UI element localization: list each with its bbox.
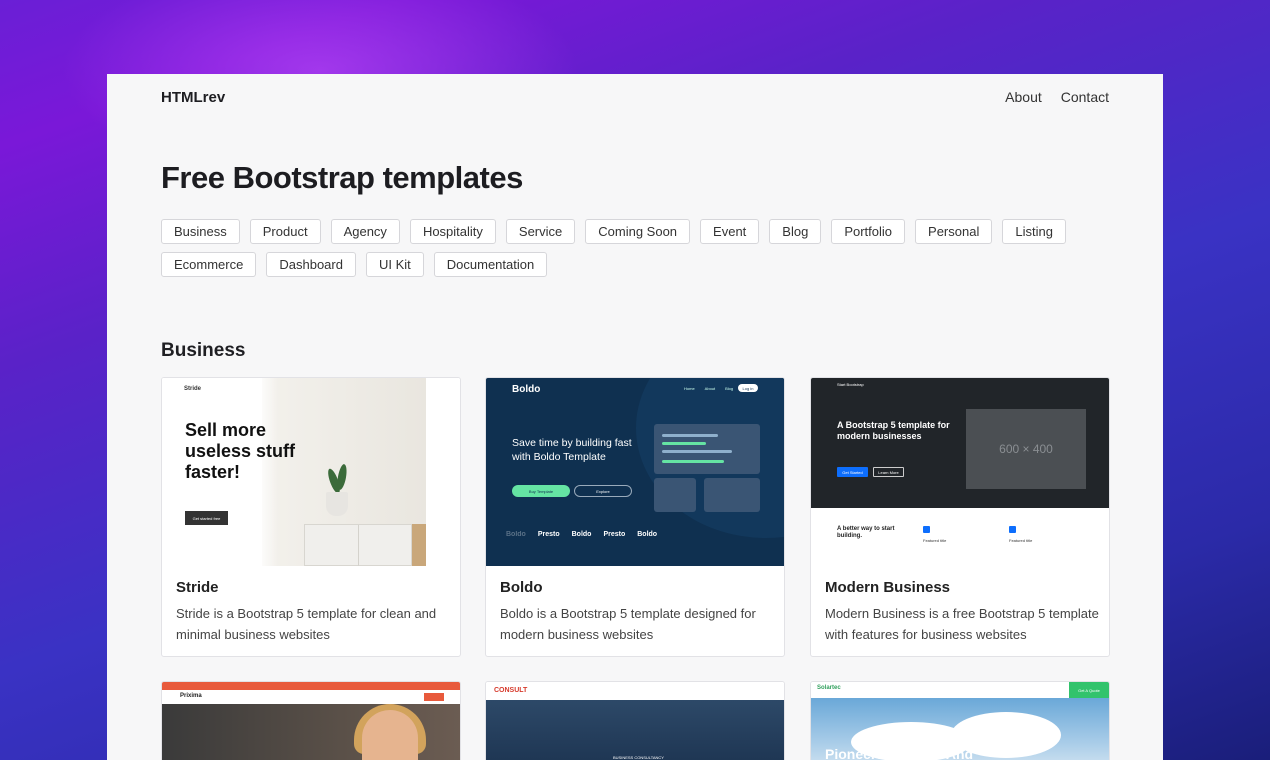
category-service[interactable]: Service <box>505 219 576 244</box>
plant-pot <box>326 492 348 516</box>
category-product[interactable]: Product <box>249 219 321 244</box>
preview-primary-button: Buy Template <box>512 485 570 497</box>
preview-headline: Sell more useless stuff faster! <box>185 420 296 482</box>
category-coming-soon[interactable]: Coming Soon <box>585 219 691 244</box>
card-description: Modern Business is a free Bootstrap 5 te… <box>825 606 1099 642</box>
category-business[interactable]: Business <box>161 219 240 244</box>
preview-navbar: Prixima <box>162 690 460 704</box>
category-filters: Business Product Agency Hospitality Serv… <box>161 219 1101 277</box>
page-title: Free Bootstrap templates <box>161 160 523 195</box>
preview-wood <box>412 524 426 566</box>
template-preview-modern-business[interactable]: Start Bootstrap A Bootstrap 5 template f… <box>811 378 1109 566</box>
preview-cta: Get started free <box>185 511 228 525</box>
category-ecommerce[interactable]: Ecommerce <box>161 252 257 277</box>
preview-contact-button <box>424 693 444 701</box>
nav-contact-link[interactable]: Contact <box>1061 89 1109 105</box>
preview-brand: Prixima <box>180 693 202 699</box>
feature-icon <box>1009 526 1016 533</box>
page-content: HTMLrev About Contact Free Bootstrap tem… <box>107 74 1163 760</box>
card-title[interactable]: Stride <box>176 579 219 596</box>
preview-secondary-button: Learn More <box>873 467 904 477</box>
preview-navbar: CONSULT <box>486 682 784 700</box>
template-card-boldo[interactable]: Boldo Home About Blog Log in Save time b… <box>485 377 785 657</box>
category-blog[interactable]: Blog <box>769 219 822 244</box>
template-card-stride[interactable]: Stride Sell more useless stuff faster! G… <box>161 377 461 657</box>
preview-hero-image: BUSINESS CONSULTANCY <box>486 700 784 760</box>
preview-secondary-button: Explore <box>574 485 632 497</box>
preview-login: Log in <box>738 384 758 392</box>
preview-caption: BUSINESS CONSULTANCY <box>613 755 664 760</box>
preview-feature-title: Featured title <box>923 538 947 543</box>
preview-placeholder-image: 600 × 400 <box>966 409 1086 489</box>
preview-stats-panel <box>654 424 760 474</box>
preview-feature-title: Featured title <box>1009 538 1033 543</box>
template-card-prixima[interactable]: Prixima <box>161 681 461 760</box>
category-personal[interactable]: Personal <box>915 219 993 244</box>
preview-logo-strip: Boldo Presto Boldo Presto Boldo <box>506 531 658 538</box>
category-hospitality[interactable]: Hospitality <box>409 219 496 244</box>
preview-donut-panel <box>704 478 760 512</box>
template-card-solartec[interactable]: Solartec Get A Quote Pioneers Of Solar A… <box>810 681 1110 760</box>
category-ui-kit[interactable]: UI Kit <box>365 252 424 277</box>
feature-icon <box>923 526 930 533</box>
preview-primary-button: Get Started <box>837 467 868 477</box>
template-preview-boldo[interactable]: Boldo Home About Blog Log in Save time b… <box>486 378 784 566</box>
preview-brand: Start Bootstrap <box>837 382 864 387</box>
preview-brand: CONSULT <box>494 687 528 694</box>
category-portfolio[interactable]: Portfolio <box>831 219 906 244</box>
category-documentation[interactable]: Documentation <box>433 252 548 277</box>
top-nav: HTMLrev About Contact <box>161 87 1109 107</box>
category-event[interactable]: Event <box>700 219 760 244</box>
category-agency[interactable]: Agency <box>330 219 400 244</box>
template-card-consult[interactable]: CONSULT BUSINESS CONSULTANCY <box>485 681 785 760</box>
card-description: Stride is a Bootstrap 5 template for cle… <box>176 606 437 642</box>
preview-quote-button: Get A Quote <box>1069 682 1109 698</box>
preview-headline: A Bootstrap 5 template for modern busine… <box>837 420 950 441</box>
template-preview-stride[interactable]: Stride Sell more useless stuff faster! G… <box>162 378 460 566</box>
nav-links: About Contact <box>1005 89 1109 105</box>
preview-menu: Home About Blog <box>684 386 734 391</box>
preview-brand: Solartec <box>817 685 841 691</box>
card-description: Boldo is a Bootstrap 5 template designed… <box>500 606 756 642</box>
brand-logo[interactable]: HTMLrev <box>161 89 225 106</box>
preview-cabinet <box>304 524 412 566</box>
section-title: Business <box>161 340 246 361</box>
card-title[interactable]: Boldo <box>500 579 543 596</box>
preview-lower-headline: A better way to start building. <box>837 526 895 539</box>
nav-about-link[interactable]: About <box>1005 89 1042 105</box>
preview-headline: Save time by building fast with Boldo Te… <box>512 437 632 463</box>
preview-headline: Pioneers Of Solar And <box>825 746 974 760</box>
template-card-modern-business[interactable]: Start Bootstrap A Bootstrap 5 template f… <box>810 377 1110 657</box>
category-listing[interactable]: Listing <box>1002 219 1066 244</box>
preview-person-face <box>362 710 418 760</box>
card-title[interactable]: Modern Business <box>825 579 950 596</box>
preview-header: Stride <box>184 386 202 392</box>
preview-logo: Boldo <box>512 384 541 395</box>
category-dashboard[interactable]: Dashboard <box>266 252 356 277</box>
preview-topbar <box>162 682 460 690</box>
preview-navbar: Solartec <box>811 682 1109 698</box>
preview-chart-panel <box>654 478 696 512</box>
